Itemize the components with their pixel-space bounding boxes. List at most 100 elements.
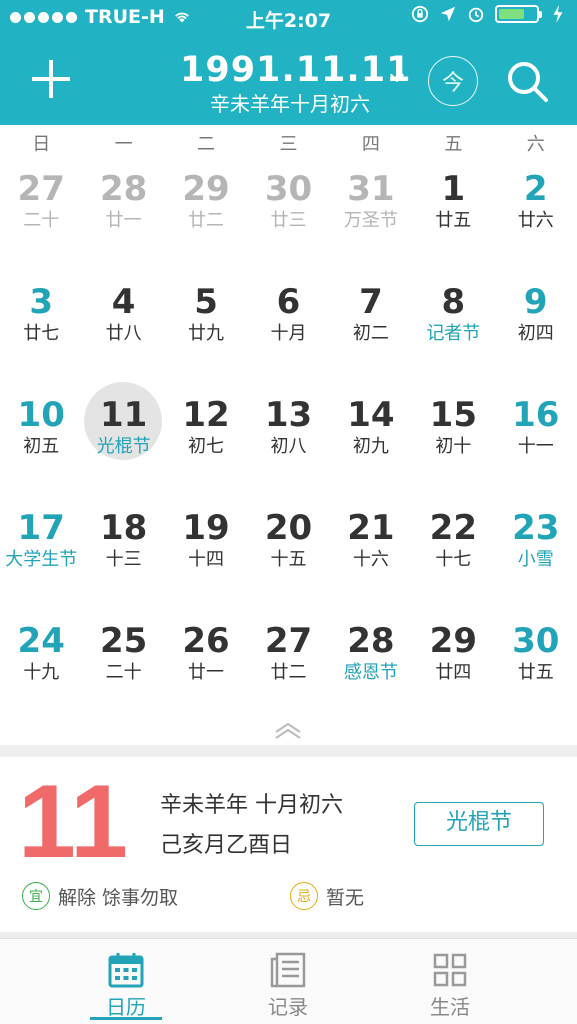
lunar-label: 小雪 — [517, 549, 554, 570]
day-number: 1 — [441, 169, 466, 209]
day-number: 18 — [99, 508, 148, 548]
day-number: 12 — [182, 395, 230, 435]
app-header: TRUE-H 上午2:07 1991.11.11 辛未羊年十月初六 今 — [0, 0, 577, 125]
calendar-day-cell[interactable]: 23 小雪 — [495, 499, 577, 612]
calendar-day-cell[interactable]: 15 初十 — [412, 386, 494, 499]
bottom-tab-bar: 日历 记录 生活 — [0, 938, 577, 1024]
day-number: 3 — [29, 282, 54, 322]
calendar-day-cell[interactable]: 12 初七 — [165, 386, 247, 499]
day-number: 2 — [523, 169, 548, 209]
day-number: 27 — [264, 621, 313, 661]
current-date-title[interactable]: 1991.11.11 — [180, 50, 410, 90]
day-number: 30 — [264, 169, 313, 209]
weekday-label: 三 — [279, 134, 298, 155]
calendar-day-cell[interactable]: 17 大学生节 — [0, 499, 82, 612]
lunar-label: 初九 — [352, 436, 389, 457]
lunar-label: 初八 — [270, 436, 307, 457]
tab-label: 日历 — [106, 995, 146, 1019]
day-number: 22 — [429, 508, 477, 548]
lunar-label: 感恩节 — [343, 662, 398, 683]
calendar-day-cell[interactable]: 30 廿五 — [495, 612, 577, 725]
calendar-day-cell[interactable]: 27 二十 — [0, 160, 82, 273]
lunar-label: 十四 — [188, 549, 225, 570]
calendar-day-cell[interactable]: 19 十四 — [165, 499, 247, 612]
lunar-label: 大学生节 — [5, 549, 78, 570]
day-number: 14 — [347, 395, 395, 435]
grid-icon — [433, 953, 467, 987]
calendar-week-row: 10 初五 11 光棍节 12 初七 13 初八 14 初九 15 初十 16 十一 — [0, 382, 577, 499]
day-number: 20 — [264, 508, 313, 548]
calendar-day-cell[interactable]: 7 初二 — [330, 273, 412, 386]
calendar-day-cell[interactable]: 31 万圣节 — [330, 160, 412, 273]
ji-row: 忌 暂无 — [290, 882, 364, 910]
calendar-day-cell[interactable]: 5 廿九 — [165, 273, 247, 386]
weekday-label: 日 — [32, 134, 51, 155]
calendar-day-cell[interactable]: 16 十一 — [495, 386, 577, 499]
day-number: 21 — [347, 508, 395, 548]
calendar-day-cell[interactable]: 28 廿一 — [82, 160, 164, 273]
calendar-day-cell[interactable]: 29 廿四 — [412, 612, 494, 725]
weekday-label: 六 — [526, 134, 545, 155]
status-right — [411, 5, 567, 23]
calendar-day-cell[interactable]: 4 廿八 — [82, 273, 164, 386]
weekday-label: 五 — [444, 134, 463, 155]
day-number: 24 — [17, 621, 65, 661]
lunar-label: 初五 — [23, 436, 60, 457]
lunar-label: 初七 — [188, 436, 225, 457]
tab-calendar[interactable]: 日历 — [0, 939, 192, 1024]
weekday-label: 一 — [114, 134, 133, 155]
day-number: 13 — [264, 395, 313, 435]
day-number: 6 — [276, 282, 301, 322]
tab-records[interactable]: 记录 — [192, 939, 384, 1024]
day-number: 23 — [512, 508, 560, 548]
calendar-day-cell[interactable]: 30 廿三 — [247, 160, 329, 273]
calendar-day-cell[interactable]: 1 廿五 — [412, 160, 494, 273]
lunar-label: 廿二 — [270, 662, 307, 683]
lunar-label: 廿一 — [188, 662, 225, 683]
calendar-day-cell[interactable]: 24 十九 — [0, 612, 82, 725]
charging-icon — [553, 5, 563, 23]
calendar-day-cell[interactable]: 2 廿六 — [495, 160, 577, 273]
tab-life[interactable]: 生活 — [384, 939, 576, 1024]
calendar-day-cell[interactable]: 21 十六 — [330, 499, 412, 612]
day-number: 9 — [523, 282, 548, 322]
lunar-label: 十月 — [270, 323, 307, 344]
festival-button[interactable]: 光棍节 — [414, 802, 544, 846]
calendar-day-cell[interactable]: 28 感恩节 — [330, 612, 412, 725]
day-number: 16 — [512, 395, 560, 435]
tab-label: 生活 — [430, 995, 470, 1019]
status-bar: TRUE-H 上午2:07 — [0, 0, 577, 36]
calendar-day-cell[interactable]: 26 廿一 — [165, 612, 247, 725]
lunar-label: 十九 — [23, 662, 60, 683]
calendar-day-cell[interactable]: 10 初五 — [0, 386, 82, 499]
lunar-label: 廿三 — [270, 210, 307, 231]
today-button[interactable]: 今 — [428, 56, 478, 106]
calendar-day-cell[interactable]: 22 十七 — [412, 499, 494, 612]
calendar-day-cell[interactable]: 25 二十 — [82, 612, 164, 725]
calendar-day-cell[interactable]: 14 初九 — [330, 386, 412, 499]
lunar-label: 廿五 — [517, 662, 554, 683]
day-number: 4 — [111, 282, 136, 322]
calendar-day-cell[interactable]: 20 十五 — [247, 499, 329, 612]
collapse-chevron-icon[interactable] — [274, 722, 302, 740]
calendar-icon — [108, 953, 144, 988]
calendar-week-row: 17 大学生节 18 十三 19 十四 20 十五 21 十六 22 十七 23 小雪 — [0, 499, 577, 612]
calendar-day-cell[interactable]: 6 十月 — [247, 273, 329, 386]
day-number: 8 — [441, 282, 466, 322]
lunar-label: 初二 — [352, 323, 389, 344]
selected-day-number: 11 — [18, 764, 128, 880]
calendar-day-cell-selected[interactable]: 11 光棍节 — [82, 382, 164, 499]
calendar-day-cell[interactable]: 29 廿二 — [165, 160, 247, 273]
calendar-day-cell[interactable]: 13 初八 — [247, 386, 329, 499]
calendar-day-cell[interactable]: 3 廿七 — [0, 273, 82, 386]
calendar-day-cell[interactable]: 8 记者节 — [412, 273, 494, 386]
lunar-label: 初十 — [435, 436, 472, 457]
calendar-week-row: 24 十九 25 二十 26 廿一 27 廿二 28 感恩节 29 廿四 30 廿五 — [0, 612, 577, 725]
calendar-day-cell[interactable]: 18 十三 — [82, 499, 164, 612]
search-icon[interactable] — [504, 58, 550, 104]
calendar-day-cell[interactable]: 9 初四 — [495, 273, 577, 386]
calendar-day-cell[interactable]: 27 廿二 — [247, 612, 329, 725]
alarm-icon — [468, 7, 484, 23]
rotation-lock-icon — [411, 5, 429, 23]
add-event-button[interactable] — [30, 58, 72, 100]
